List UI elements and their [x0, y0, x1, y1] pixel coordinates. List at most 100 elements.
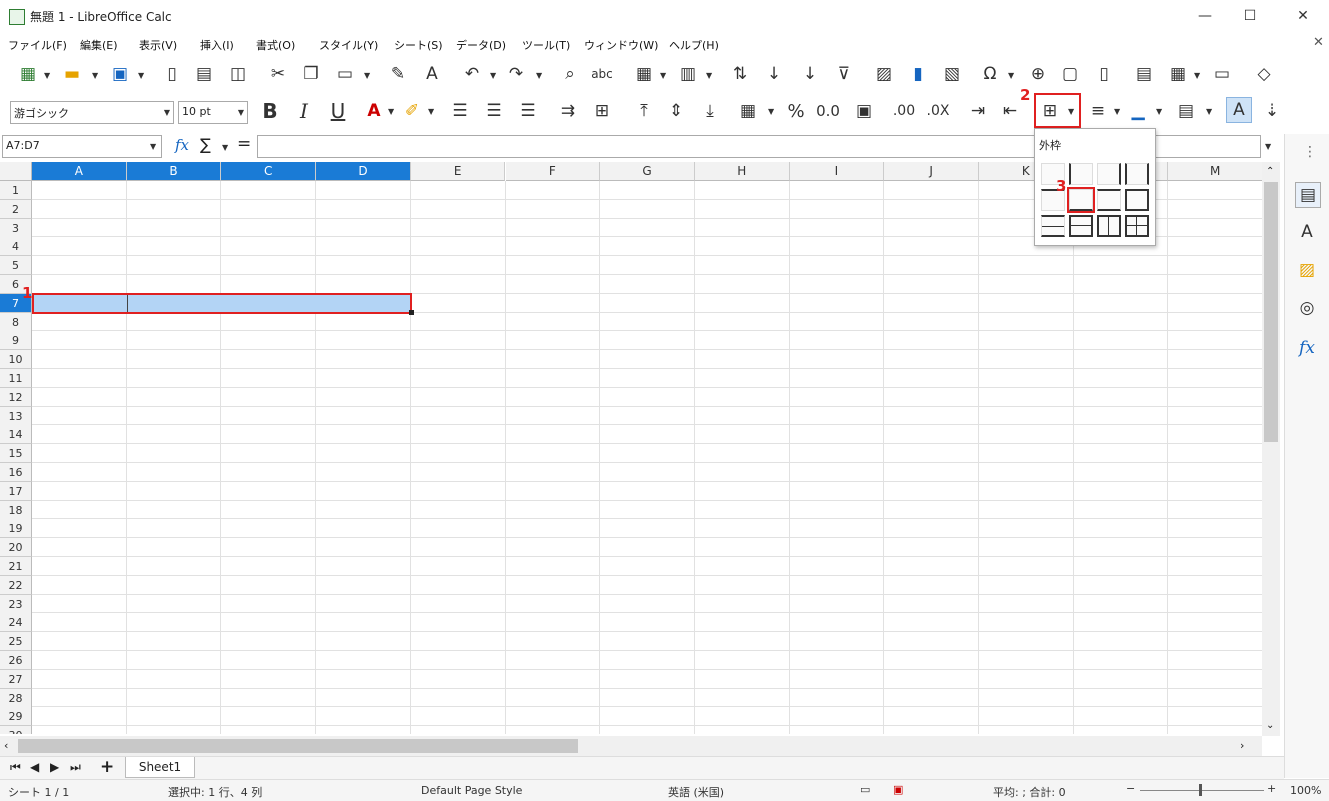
row-header-19[interactable]: 19 [0, 519, 32, 539]
row-header-22[interactable]: 22 [0, 575, 32, 595]
column-header-i[interactable]: I [789, 162, 885, 181]
paste-icon[interactable]: ▭ [333, 62, 357, 86]
row-header-12[interactable]: 12 [0, 387, 32, 407]
row-header-27[interactable]: 27 [0, 669, 32, 689]
chevron-down-icon[interactable]: ▼ [44, 71, 50, 80]
first-sheet-icon[interactable]: ⏮ [10, 760, 21, 775]
border-right-option[interactable] [1097, 163, 1121, 185]
close-button[interactable]: ✕ [1280, 0, 1326, 32]
borders-icon[interactable]: ⊞ [1038, 99, 1062, 123]
status-language[interactable]: 英語 (米国) [668, 784, 724, 800]
open-folder-icon[interactable]: ▬ [60, 62, 84, 86]
minimize-button[interactable]: — [1182, 0, 1228, 32]
chevron-down-icon[interactable]: ▼ [150, 142, 156, 151]
align-right-icon[interactable]: ☰ [516, 99, 540, 123]
clear-formatting-icon[interactable]: A [420, 62, 444, 86]
previous-sheet-icon[interactable]: ◀ [30, 760, 39, 774]
row-header-24[interactable]: 24 [0, 613, 32, 633]
row-header-21[interactable]: 21 [0, 557, 32, 576]
italic-button[interactable]: I [292, 99, 316, 123]
chevron-left-icon[interactable]: ‹ [4, 739, 8, 752]
export-pdf-icon[interactable]: ▯ [160, 62, 184, 86]
border-style-icon[interactable]: ≡ [1086, 99, 1110, 123]
border-inner-horizontal-option[interactable] [1041, 215, 1065, 237]
zoom-out-button[interactable]: − [1126, 782, 1135, 795]
chevron-down-icon[interactable]: ▼ [1008, 71, 1014, 80]
row-header-5[interactable]: 5 [0, 256, 32, 276]
zoom-slider[interactable] [1140, 790, 1264, 791]
menu-data[interactable]: データ(D) [456, 37, 506, 53]
column-header-m[interactable]: M [1168, 162, 1262, 181]
function-wizard-button[interactable]: fx [175, 136, 189, 154]
sheet-tab[interactable]: Sheet1 [125, 757, 195, 778]
header-footer-icon[interactable]: ▯ [1092, 62, 1116, 86]
vertical-scrollbar[interactable]: ⌃ ⌄ [1262, 162, 1280, 736]
row-header-29[interactable]: 29 [0, 707, 32, 727]
copy-icon[interactable]: ❐ [299, 62, 323, 86]
chevron-down-icon[interactable]: ▼ [364, 71, 370, 80]
align-center-icon[interactable]: ☰ [482, 99, 506, 123]
column-header-h[interactable]: H [694, 162, 790, 181]
insert-chart-icon[interactable]: ▮ [906, 62, 930, 86]
merge-cells-icon[interactable]: ⊞ [590, 99, 614, 123]
row-header-9[interactable]: 9 [0, 331, 32, 351]
find-replace-icon[interactable]: ⌕ [558, 62, 582, 86]
row-header-1[interactable]: 1 [0, 181, 32, 200]
row-header-10[interactable]: 10 [0, 350, 32, 370]
menu-help[interactable]: ヘルプ(H) [669, 37, 719, 53]
border-left-right-option[interactable] [1125, 163, 1149, 185]
row-header-3[interactable]: 3 [0, 218, 32, 238]
align-bottom-icon[interactable]: ⤓ [698, 99, 722, 123]
border-outer-option[interactable] [1125, 189, 1149, 211]
row-header-4[interactable]: 4 [0, 237, 32, 257]
horizontal-scroll-thumb[interactable] [18, 739, 578, 753]
menu-edit[interactable]: 編集(E) [80, 37, 118, 53]
row-header-2[interactable]: 2 [0, 199, 32, 219]
sidebar-menu-icon[interactable]: ⋮ [1303, 144, 1317, 160]
properties-icon[interactable]: ▤ [1295, 182, 1321, 208]
redo-icon[interactable]: ↷ [504, 62, 528, 86]
row-header-20[interactable]: 20 [0, 538, 32, 558]
sort-icon[interactable]: ⇅ [728, 62, 752, 86]
gallery-icon[interactable]: ▨ [1295, 258, 1319, 282]
functions-icon[interactable]: fx [1295, 336, 1319, 360]
border-outer-vertical-option[interactable] [1097, 215, 1121, 237]
row-header-14[interactable]: 14 [0, 425, 32, 445]
column-header-b[interactable]: B [126, 162, 222, 181]
row-header-23[interactable]: 23 [0, 594, 32, 614]
next-sheet-icon[interactable]: ▶ [50, 760, 59, 774]
autofilter-icon[interactable]: ⊽ [832, 62, 856, 86]
status-zoom[interactable]: 100% [1290, 784, 1321, 797]
special-character-icon[interactable]: Ω [978, 62, 1002, 86]
print-preview-icon[interactable]: ◫ [226, 62, 250, 86]
date-format-icon[interactable]: ▣ [852, 99, 876, 123]
column-header-j[interactable]: J [884, 162, 979, 181]
chevron-down-icon[interactable]: ▼ [706, 71, 712, 80]
row-header-18[interactable]: 18 [0, 500, 32, 520]
align-left-icon[interactable]: ☰ [448, 99, 472, 123]
spelling-icon[interactable]: abc [590, 62, 614, 86]
menu-styles[interactable]: スタイル(Y) [319, 37, 378, 53]
border-bottom-option[interactable] [1067, 187, 1095, 213]
selection-mode-icon[interactable]: ▭ [860, 783, 870, 796]
navigator-icon[interactable]: ◎ [1295, 296, 1319, 320]
column-header-a[interactable]: A [32, 162, 127, 181]
chevron-up-icon[interactable]: ⌃ [1266, 166, 1274, 177]
row-header-15[interactable]: 15 [0, 444, 32, 464]
column-header-d[interactable]: D [316, 162, 411, 181]
center-vertically-icon[interactable]: ⇕ [664, 99, 688, 123]
chevron-right-icon[interactable]: › [1240, 739, 1244, 752]
sort-ascending-icon[interactable]: ↓ [762, 62, 786, 86]
show-draw-functions-icon[interactable]: ◇ [1252, 62, 1276, 86]
chevron-down-icon[interactable]: ▼ [164, 108, 170, 117]
chevron-down-icon[interactable]: ▼ [222, 143, 228, 152]
menu-window[interactable]: ウィンドウ(W) [584, 37, 658, 53]
menu-sheet[interactable]: シート(S) [394, 37, 443, 53]
decrease-indent-icon[interactable]: ⇤ [998, 99, 1022, 123]
menu-insert[interactable]: 挿入(I) [200, 37, 234, 53]
chevron-down-icon[interactable]: ▼ [92, 71, 98, 80]
chevron-down-icon[interactable]: ▼ [1156, 107, 1162, 116]
menu-view[interactable]: 表示(V) [139, 37, 177, 53]
column-header-f[interactable]: F [505, 162, 601, 181]
row-header-17[interactable]: 17 [0, 481, 32, 501]
